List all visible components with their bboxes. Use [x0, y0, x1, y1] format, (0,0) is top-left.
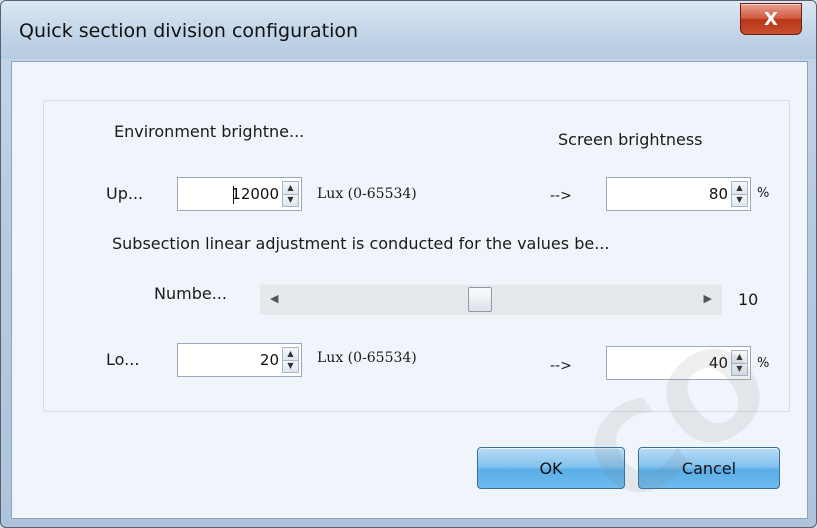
upper-percent-unit: %	[757, 186, 770, 201]
linear-adjustment-note: Subsection linear adjustment is conducte…	[112, 234, 610, 253]
number-slider[interactable]: ◀ ▶	[260, 284, 722, 315]
environment-brightness-header: Environment brightne...	[114, 122, 305, 141]
window-title: Quick section division configuration	[19, 20, 359, 42]
upper-lux-spin-arrows: ▲ ▼	[282, 181, 299, 207]
number-label: Numbe...	[154, 284, 227, 303]
dialog-window: Quick section division configuration X E…	[0, 0, 817, 528]
spin-down-icon[interactable]: ▼	[282, 360, 299, 373]
lower-label: Lo...	[106, 350, 140, 369]
lower-lux-value: 20	[259, 351, 279, 369]
spin-up-icon[interactable]: ▲	[282, 181, 299, 195]
spin-down-icon[interactable]: ▼	[731, 194, 748, 207]
upper-lux-value: 12000	[231, 185, 279, 203]
slider-thumb[interactable]	[467, 287, 492, 312]
close-button[interactable]: X	[740, 3, 802, 35]
upper-arrow: -->	[550, 188, 572, 204]
upper-lux-spinbox[interactable]: 12000 ▲ ▼	[177, 177, 302, 211]
upper-screen-spinbox[interactable]: 80 ▲ ▼	[606, 177, 751, 211]
spin-down-icon[interactable]: ▼	[282, 194, 299, 207]
slider-left-arrow-icon[interactable]: ◀	[270, 292, 278, 305]
spin-up-icon[interactable]: ▲	[731, 181, 748, 195]
upper-lux-range: Lux (0-65534)	[317, 186, 417, 202]
lower-lux-spinbox[interactable]: 20 ▲ ▼	[177, 343, 302, 377]
lower-percent-unit: %	[757, 356, 770, 371]
slider-right-arrow-icon[interactable]: ▶	[704, 292, 712, 305]
upper-label: Up...	[106, 184, 144, 203]
lower-lux-spin-arrows: ▲ ▼	[282, 347, 299, 373]
upper-screen-spin-arrows: ▲ ▼	[731, 181, 748, 207]
close-icon: X	[764, 8, 778, 30]
title-bar[interactable]: Quick section division configuration X	[1, 1, 816, 59]
lower-lux-range: Lux (0-65534)	[317, 350, 417, 366]
lower-arrow: -->	[550, 358, 572, 374]
upper-screen-value: 80	[708, 185, 728, 203]
screen-brightness-header: Screen brightness	[558, 130, 703, 149]
number-value: 10	[738, 290, 759, 309]
spin-up-icon[interactable]: ▲	[282, 347, 299, 361]
